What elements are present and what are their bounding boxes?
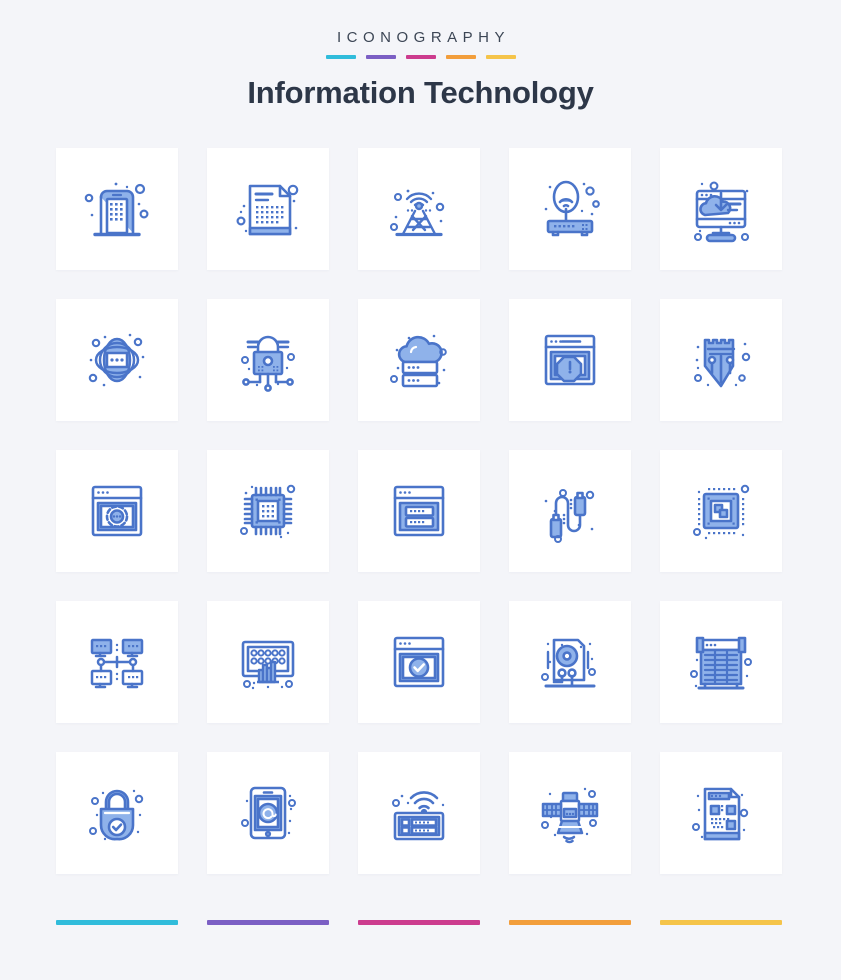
bottom-accent-bar-purple xyxy=(207,920,329,925)
icon-grid xyxy=(56,148,786,874)
microchip-icon xyxy=(693,484,750,540)
icon-card-browser-server[interactable] xyxy=(358,450,480,572)
icon-card-cloud-server[interactable] xyxy=(358,299,480,421)
icon-card-security-shield[interactable] xyxy=(660,299,782,421)
icon-card-wifi-server[interactable] xyxy=(358,752,480,874)
browser-verified-icon xyxy=(393,636,445,688)
analytics-monitor-icon xyxy=(241,640,295,690)
icon-card-browser-error[interactable] xyxy=(509,299,631,421)
usb-cable-icon xyxy=(544,489,595,543)
icon-card-server-rack[interactable] xyxy=(660,601,782,723)
icon-card-smartphone-keypad[interactable] xyxy=(56,148,178,270)
server-rack-icon xyxy=(690,636,752,690)
bottom-accent-bar-cyan xyxy=(56,920,178,925)
computer-network-icon xyxy=(90,638,144,689)
qr-document-icon xyxy=(692,787,749,841)
satellite-icon xyxy=(541,787,599,844)
browser-server-icon xyxy=(393,485,445,537)
hard-disk-icon xyxy=(541,638,596,688)
wifi-router-icon xyxy=(544,180,600,237)
security-shield-icon xyxy=(694,338,751,388)
kicker-text: ICONOGRAPHY xyxy=(336,29,510,46)
icon-card-microchip[interactable] xyxy=(660,450,782,572)
top-accent-bar-purple xyxy=(365,55,396,59)
data-document-icon xyxy=(236,184,299,236)
top-accent-bar-yellow xyxy=(485,55,516,59)
bottom-accent-bars xyxy=(56,920,786,925)
lock-verified-icon xyxy=(89,789,144,841)
icon-card-tablet-email[interactable] xyxy=(207,752,329,874)
bottom-accent-bar-magenta xyxy=(358,920,480,925)
icon-card-browser-globe[interactable] xyxy=(56,450,178,572)
tablet-email-icon xyxy=(241,786,296,840)
icon-card-qr-document[interactable] xyxy=(660,752,782,874)
icon-card-global-network[interactable] xyxy=(56,299,178,421)
icon-card-cloud-download-monitor[interactable] xyxy=(660,148,782,270)
browser-error-icon xyxy=(544,334,596,386)
top-accent-bar-magenta xyxy=(405,55,436,59)
cloud-download-monitor-icon xyxy=(693,181,750,243)
icon-card-cpu-chip[interactable] xyxy=(207,450,329,572)
top-accent-bars xyxy=(0,55,841,59)
icon-card-browser-verified[interactable] xyxy=(358,601,480,723)
cpu-chip-icon xyxy=(240,484,296,539)
page-header: ICONOGRAPHY Information Technology xyxy=(0,0,841,108)
bottom-accent-bar-yellow xyxy=(660,920,782,925)
icon-card-lock-verified[interactable] xyxy=(56,752,178,874)
icon-card-wifi-router[interactable] xyxy=(509,148,631,270)
icon-card-hard-disk[interactable] xyxy=(509,601,631,723)
icon-card-analytics-monitor[interactable] xyxy=(207,601,329,723)
icon-card-antenna-tower[interactable] xyxy=(358,148,480,270)
smartphone-keypad-icon xyxy=(84,182,149,237)
cloud-server-icon xyxy=(390,334,447,388)
icon-card-computer-network[interactable] xyxy=(56,601,178,723)
icon-card-secure-lock-circuit[interactable] xyxy=(207,299,329,421)
wifi-server-icon xyxy=(392,791,445,841)
top-accent-bar-orange xyxy=(445,55,476,59)
icon-card-data-document[interactable] xyxy=(207,148,329,270)
top-accent-bar-cyan xyxy=(325,55,356,59)
antenna-tower-icon xyxy=(389,189,445,237)
global-network-icon xyxy=(88,333,145,387)
page-title: Information Technology xyxy=(247,75,594,110)
icon-pack-page: ICONOGRAPHY Information Technology xyxy=(0,0,841,980)
icon-card-usb-cable[interactable] xyxy=(509,450,631,572)
secure-lock-circuit-icon xyxy=(241,335,295,392)
icon-card-satellite[interactable] xyxy=(509,752,631,874)
browser-globe-icon xyxy=(91,485,143,537)
bottom-accent-bar-orange xyxy=(509,920,631,925)
